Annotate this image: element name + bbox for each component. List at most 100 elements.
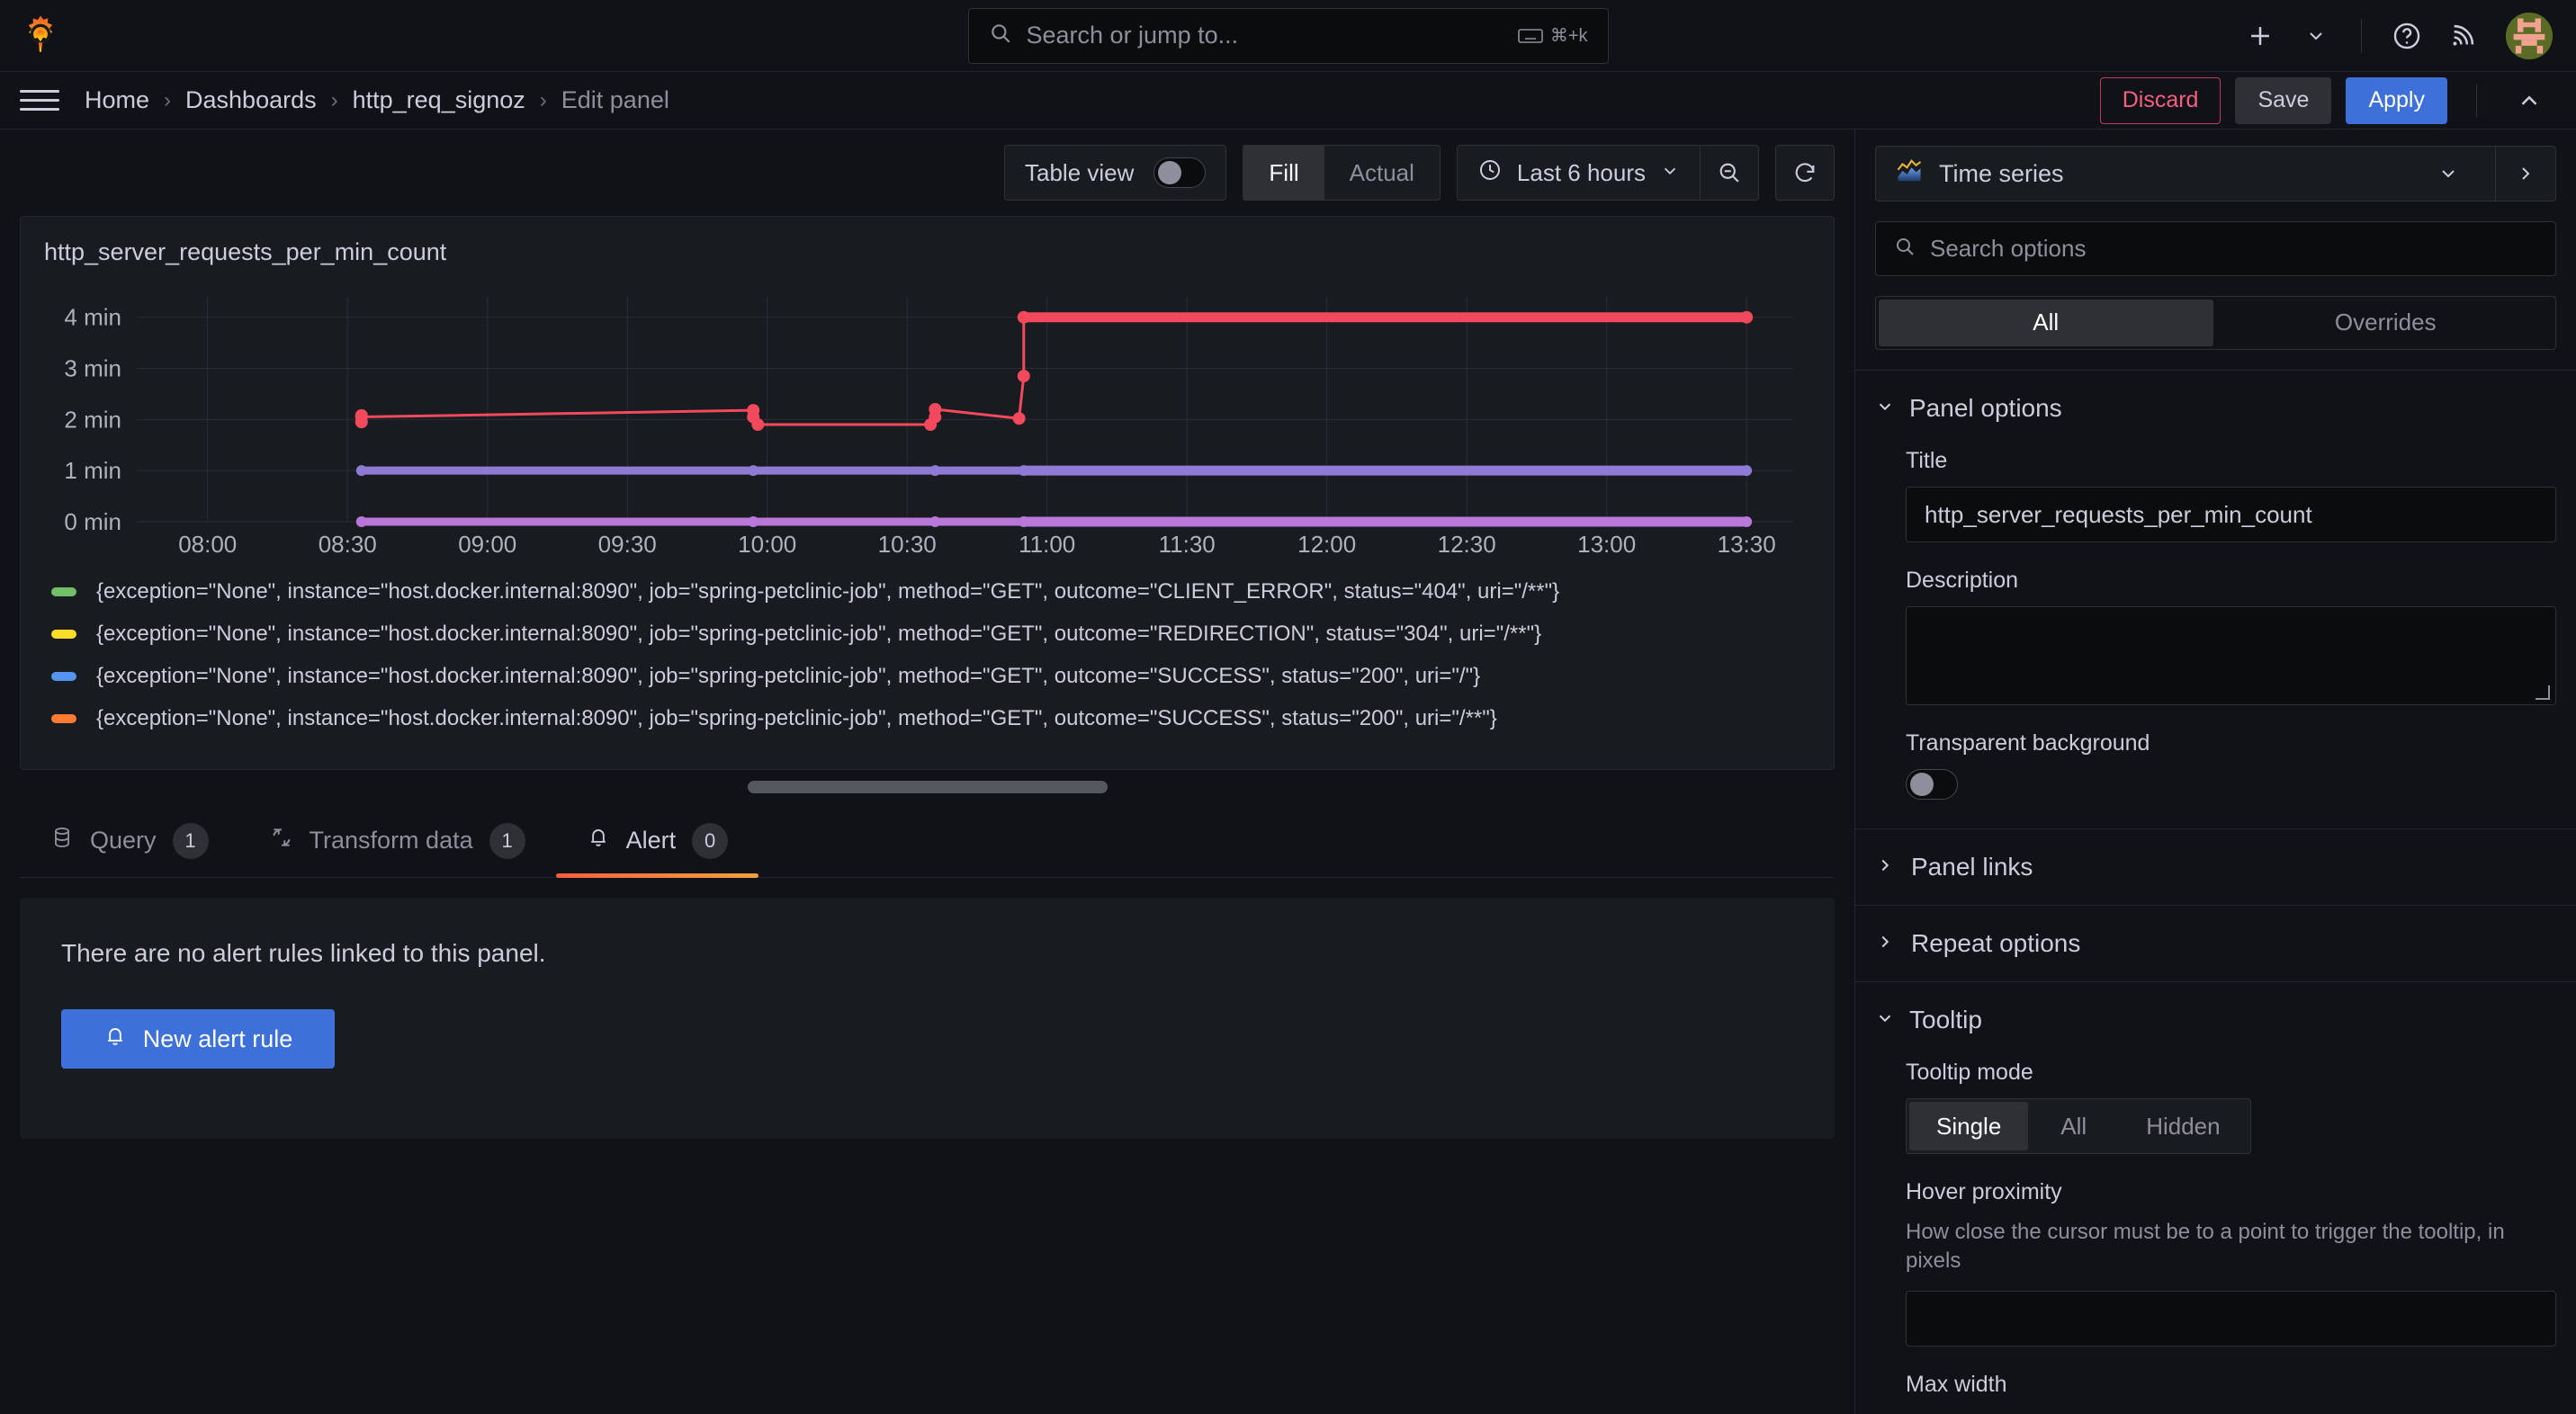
- plus-icon[interactable]: [2235, 11, 2285, 61]
- refresh-icon[interactable]: [1775, 145, 1835, 201]
- breadcrumb-bar: Home › Dashboards › http_req_signoz › Ed…: [0, 72, 2576, 130]
- grafana-logo-icon[interactable]: [14, 10, 67, 62]
- tooltip-heading[interactable]: Tooltip: [1875, 1006, 2556, 1034]
- table-view-switch[interactable]: [1153, 157, 1207, 188]
- description-field-group: Description: [1875, 568, 2556, 706]
- options-filter-tabs: All Overrides: [1875, 295, 2556, 351]
- svg-text:11:00: 11:00: [1019, 531, 1075, 558]
- search-options-placeholder: Search options: [1930, 234, 2087, 262]
- fill-actual-segment: Fill Actual: [1243, 145, 1441, 201]
- svg-text:09:30: 09:30: [598, 531, 657, 558]
- svg-text:10:00: 10:00: [738, 531, 796, 558]
- legend-item-label: {exception="None", instance="host.docker…: [96, 705, 1497, 730]
- legend-color-swatch: [51, 713, 76, 723]
- top-navigation-bar: Search or jump to... ⌘+k: [0, 0, 2576, 72]
- tooltip-mode-group: Tooltip mode Single All Hidden: [1875, 1060, 2556, 1155]
- panel-edit-left-pane: Table view Fill Actual Last 6 hours http…: [0, 130, 1854, 1414]
- breadcrumb-item-dashboards[interactable]: Dashboards: [182, 86, 320, 114]
- options-scroll-area[interactable]: Panel options Title http_server_requests…: [1855, 370, 2576, 1414]
- tab-overrides[interactable]: Overrides: [2219, 300, 2554, 347]
- svg-text:3 min: 3 min: [64, 355, 121, 382]
- svg-text:09:00: 09:00: [458, 531, 516, 558]
- panel-edit-actions: Discard Save Apply: [2099, 76, 2553, 124]
- panel-options-heading[interactable]: Panel options: [1875, 394, 2556, 423]
- tab-query-label: Query: [90, 827, 157, 854]
- search-icon: [989, 22, 1012, 49]
- svg-text:10:30: 10:30: [878, 531, 937, 558]
- chevron-right-icon[interactable]: [2496, 163, 2555, 184]
- actual-option[interactable]: Actual: [1324, 145, 1440, 201]
- new-alert-rule-button[interactable]: New alert rule: [61, 1009, 335, 1069]
- breadcrumb: Home › Dashboards › http_req_signoz › Ed…: [81, 86, 673, 114]
- clock-icon: [1477, 157, 1503, 189]
- transparent-background-switch[interactable]: [1906, 769, 1958, 801]
- svg-text:08:00: 08:00: [178, 531, 237, 558]
- alert-empty-state: There are no alert rules linked to this …: [20, 898, 1835, 1139]
- tab-alert-label: Alert: [625, 827, 677, 854]
- legend-item[interactable]: {exception="None", instance="host.docker…: [51, 570, 1834, 613]
- user-avatar[interactable]: [2506, 12, 2553, 59]
- bell-icon: [587, 826, 610, 855]
- time-range-picker: Last 6 hours: [1456, 145, 1759, 201]
- apply-button[interactable]: Apply: [2346, 76, 2447, 124]
- fill-option[interactable]: Fill: [1243, 145, 1324, 201]
- zoom-out-icon[interactable]: [1701, 145, 1758, 201]
- search-options-input[interactable]: Search options: [1875, 221, 2556, 276]
- tab-all-options[interactable]: All: [1879, 299, 2213, 347]
- max-width-label: Max width: [1906, 1371, 2007, 1397]
- legend-item[interactable]: {exception="None", instance="host.docker…: [51, 613, 1834, 655]
- table-view-label: Table view: [1025, 158, 1135, 186]
- global-search-input[interactable]: Search or jump to... ⌘+k: [967, 7, 1609, 64]
- tooltip-mode-hidden[interactable]: Hidden: [2119, 1102, 2247, 1150]
- visualization-current[interactable]: Time series: [1876, 157, 2495, 191]
- tab-transform-data[interactable]: Transform data 1: [239, 804, 556, 877]
- rss-feed-icon[interactable]: [2437, 11, 2488, 61]
- tooltip-mode-all[interactable]: All: [2033, 1102, 2114, 1150]
- panel-links-label: Panel links: [1911, 853, 2033, 882]
- legend-item[interactable]: {exception="None", instance="host.docker…: [51, 655, 1834, 697]
- time-series-chart[interactable]: 0 min 1 min 2 min 3 min 4 min 08:00 08:30 09:00…: [48, 290, 1807, 559]
- legend-item[interactable]: {exception="None", instance="host.docker…: [51, 697, 1834, 739]
- chevron-right-icon: [1875, 853, 1895, 882]
- chevron-right-icon: [1875, 929, 1895, 958]
- title-input[interactable]: http_server_requests_per_min_count: [1906, 487, 2556, 543]
- time-range-button[interactable]: Last 6 hours: [1477, 157, 1700, 189]
- svg-text:1 min: 1 min: [64, 457, 121, 484]
- save-button[interactable]: Save: [2235, 76, 2332, 124]
- svg-text:0 min: 0 min: [64, 508, 121, 535]
- discard-button[interactable]: Discard: [2099, 76, 2221, 124]
- chevron-down-icon[interactable]: [2421, 163, 2475, 184]
- repeat-options-section[interactable]: Repeat options: [1855, 906, 2576, 983]
- panel-links-section[interactable]: Panel links: [1855, 829, 2576, 907]
- svg-text:11:30: 11:30: [1159, 531, 1216, 558]
- hover-proximity-input[interactable]: [1906, 1290, 2556, 1347]
- panel-options-pane: Time series Search options All Overrides…: [1854, 130, 2576, 1414]
- hamburger-menu-icon[interactable]: [20, 81, 59, 121]
- visualization-picker[interactable]: Time series: [1875, 146, 2556, 201]
- description-textarea[interactable]: [1906, 606, 2556, 706]
- panel-title: http_server_requests_per_min_count: [44, 238, 447, 265]
- top-nav-actions: [2235, 11, 2576, 61]
- breadcrumb-item-home[interactable]: Home: [81, 86, 153, 114]
- action-divider: [2476, 83, 2477, 118]
- tooltip-mode-single[interactable]: Single: [1909, 1102, 2029, 1151]
- horizontal-scrollbar[interactable]: [0, 770, 1854, 804]
- chevron-down-icon: [1875, 1006, 1895, 1034]
- chevron-up-icon[interactable]: [2506, 77, 2553, 124]
- svg-text:2 min: 2 min: [64, 406, 121, 433]
- transform-icon: [270, 826, 293, 855]
- nav-divider: [2361, 18, 2362, 53]
- breadcrumb-item-dashboard[interactable]: http_req_signoz: [349, 86, 529, 114]
- title-field-label: Title: [1906, 448, 1948, 474]
- svg-text:4 min: 4 min: [64, 304, 121, 331]
- tab-query[interactable]: Query 1: [20, 804, 239, 877]
- tab-alert[interactable]: Alert 0: [555, 804, 759, 878]
- help-circle-icon[interactable]: [2382, 11, 2432, 61]
- repeat-options-label: Repeat options: [1911, 929, 2081, 958]
- grafana-edit-panel-app: Search or jump to... ⌘+k Home › Dashboar…: [0, 0, 2576, 1414]
- alert-empty-text: There are no alert rules linked to this …: [61, 939, 546, 967]
- tooltip-mode-label: Tooltip mode: [1906, 1060, 2033, 1086]
- chevron-down-icon[interactable]: [2291, 11, 2341, 61]
- breadcrumb-separator: ›: [164, 87, 172, 112]
- table-view-toggle[interactable]: Table view: [1004, 145, 1227, 201]
